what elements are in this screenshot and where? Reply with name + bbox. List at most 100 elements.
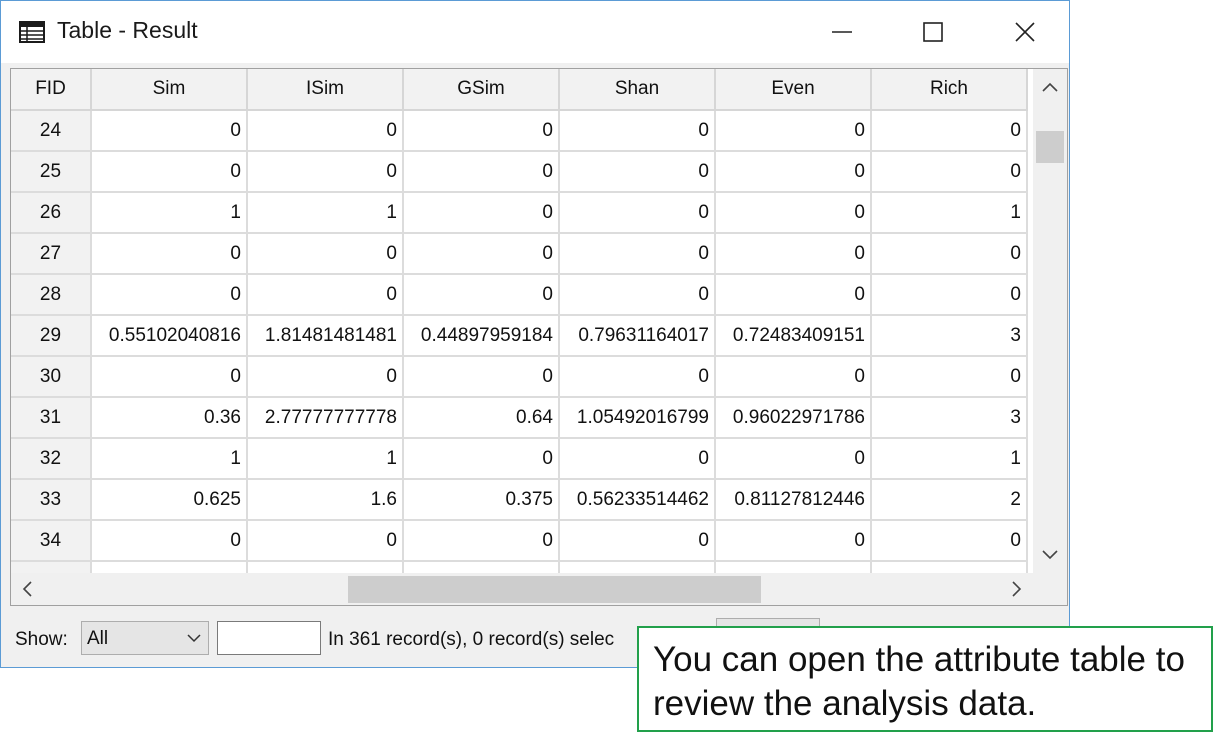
cell-shan[interactable]: 1.05492016799 bbox=[559, 397, 716, 439]
scroll-left-button[interactable] bbox=[13, 573, 41, 605]
cell-sim[interactable]: 1 bbox=[91, 192, 248, 234]
table-row[interactable]: 25 0 0 0 0 0 0 bbox=[11, 151, 1028, 193]
minimize-button[interactable] bbox=[796, 1, 888, 63]
cell-fid[interactable]: 29 bbox=[11, 315, 92, 357]
cell-even[interactable]: 0 bbox=[715, 233, 872, 275]
cell-fid[interactable]: 25 bbox=[11, 151, 92, 193]
horizontal-scroll-thumb[interactable] bbox=[348, 576, 761, 603]
table-row[interactable]: 33 0.625 1.6 0.375 0.56233514462 0.8112781244… bbox=[11, 479, 1028, 521]
cell-gsim[interactable]: 0 bbox=[403, 520, 560, 562]
cell-even[interactable]: 1 bbox=[715, 561, 872, 573]
cell-gsim[interactable]: 0 bbox=[403, 192, 560, 234]
cell-fid[interactable]: 31 bbox=[11, 397, 92, 439]
cell-even[interactable]: 0.72483409151 bbox=[715, 315, 872, 357]
cell-sim[interactable]: 1 bbox=[91, 438, 248, 480]
column-header-isim[interactable]: ISim bbox=[247, 69, 404, 111]
cell-gsim[interactable]: 0 bbox=[403, 233, 560, 275]
table-row[interactable]: 32 1 1 0 0 0 1 bbox=[11, 438, 1028, 480]
cell-sim[interactable]: 0.36 bbox=[91, 397, 248, 439]
cell-even[interactable]: 0.81127812446 bbox=[715, 479, 872, 521]
cell-sim[interactable]: 0 bbox=[91, 356, 248, 398]
cell-gsim[interactable]: 0 bbox=[403, 274, 560, 316]
cell-sim[interactable]: 0.55102040816 bbox=[91, 315, 248, 357]
cell-gsim[interactable]: 0.375 bbox=[403, 479, 560, 521]
table-row[interactable]: 26 1 1 0 0 0 1 bbox=[11, 192, 1028, 234]
cell-isim[interactable]: 0 bbox=[247, 520, 404, 562]
cell-even[interactable]: 0 bbox=[715, 151, 872, 193]
cell-shan[interactable]: 0.79631164017 bbox=[559, 315, 716, 357]
search-input[interactable] bbox=[217, 621, 321, 655]
cell-isim[interactable]: 0 bbox=[247, 110, 404, 152]
maximize-button[interactable] bbox=[887, 1, 979, 63]
cell-sim[interactable]: 0 bbox=[91, 233, 248, 275]
cell-gsim[interactable]: 0 bbox=[403, 151, 560, 193]
cell-rich[interactable]: 0 bbox=[871, 151, 1028, 193]
table-row[interactable]: 31 0.36 2.77777777778 0.64 1.05492016799 0.96… bbox=[11, 397, 1028, 439]
table-row[interactable]: 24 0 0 0 0 0 0 bbox=[11, 110, 1028, 152]
cell-gsim[interactable]: 0.44897959184 bbox=[403, 315, 560, 357]
scroll-up-button[interactable] bbox=[1033, 73, 1067, 101]
cell-shan[interactable]: 0.69314718056 bbox=[559, 561, 716, 573]
vertical-scrollbar[interactable] bbox=[1033, 69, 1067, 573]
cell-shan[interactable]: 0 bbox=[559, 438, 716, 480]
scroll-right-button[interactable] bbox=[1003, 573, 1031, 605]
cell-rich[interactable]: 0 bbox=[871, 520, 1028, 562]
cell-rich[interactable]: 3 bbox=[871, 397, 1028, 439]
cell-fid[interactable]: 30 bbox=[11, 356, 92, 398]
cell-fid[interactable]: 26 bbox=[11, 192, 92, 234]
cell-shan[interactable]: 0 bbox=[559, 520, 716, 562]
cell-rich[interactable]: 0 bbox=[871, 356, 1028, 398]
cell-sim[interactable]: 0 bbox=[91, 151, 248, 193]
cell-shan[interactable]: 0 bbox=[559, 274, 716, 316]
cell-isim[interactable]: 1 bbox=[247, 438, 404, 480]
cell-gsim[interactable]: 0 bbox=[403, 356, 560, 398]
cell-shan[interactable]: 0 bbox=[559, 151, 716, 193]
cell-rich[interactable]: 3 bbox=[871, 315, 1028, 357]
cell-even[interactable]: 0 bbox=[715, 356, 872, 398]
cell-even[interactable]: 0 bbox=[715, 110, 872, 152]
cell-even[interactable]: 0 bbox=[715, 438, 872, 480]
horizontal-scrollbar[interactable] bbox=[11, 573, 1033, 605]
column-header-fid[interactable]: FID bbox=[11, 69, 92, 111]
cell-fid[interactable]: 33 bbox=[11, 479, 92, 521]
cell-isim[interactable]: 1.6 bbox=[247, 479, 404, 521]
cell-shan[interactable]: 0.56233514462 bbox=[559, 479, 716, 521]
cell-isim[interactable]: 1.81481481481 bbox=[247, 315, 404, 357]
cell-isim[interactable]: 0 bbox=[247, 274, 404, 316]
cell-even[interactable]: 0.96022971786 bbox=[715, 397, 872, 439]
cell-sim[interactable]: 0.5 bbox=[91, 561, 248, 573]
cell-isim[interactable]: 2.77777777778 bbox=[247, 397, 404, 439]
column-header-shan[interactable]: Shan bbox=[559, 69, 716, 111]
show-filter-select[interactable]: All bbox=[81, 621, 209, 655]
cell-gsim[interactable]: 0 bbox=[403, 438, 560, 480]
cell-fid[interactable]: 34 bbox=[11, 520, 92, 562]
cell-sim[interactable]: 0.625 bbox=[91, 479, 248, 521]
cell-rich[interactable]: 1 bbox=[871, 438, 1028, 480]
close-button[interactable] bbox=[979, 1, 1071, 63]
table-row[interactable]: 30 0 0 0 0 0 0 bbox=[11, 356, 1028, 398]
cell-shan[interactable]: 0 bbox=[559, 233, 716, 275]
table-row-partial[interactable]: 350.520.50.6931471805612 bbox=[11, 561, 1028, 573]
cell-gsim[interactable]: 0.5 bbox=[403, 561, 560, 573]
cell-isim[interactable]: 0 bbox=[247, 233, 404, 275]
cell-fid[interactable]: 27 bbox=[11, 233, 92, 275]
cell-isim[interactable]: 1 bbox=[247, 192, 404, 234]
cell-shan[interactable]: 0 bbox=[559, 356, 716, 398]
cell-sim[interactable]: 0 bbox=[91, 110, 248, 152]
cell-fid[interactable]: 24 bbox=[11, 110, 92, 152]
cell-isim[interactable]: 0 bbox=[247, 356, 404, 398]
scroll-down-button[interactable] bbox=[1033, 541, 1067, 569]
table-row[interactable]: 29 0.55102040816 1.81481481481 0.4489795918… bbox=[11, 315, 1028, 357]
cell-gsim[interactable]: 0 bbox=[403, 110, 560, 152]
column-header-gsim[interactable]: GSim bbox=[403, 69, 560, 111]
cell-fid[interactable]: 28 bbox=[11, 274, 92, 316]
cell-isim[interactable]: 2 bbox=[247, 561, 404, 573]
cell-sim[interactable]: 0 bbox=[91, 520, 248, 562]
cell-rich[interactable]: 1 bbox=[871, 192, 1028, 234]
column-header-sim[interactable]: Sim bbox=[91, 69, 248, 111]
column-header-rich[interactable]: Rich bbox=[871, 69, 1028, 111]
cell-rich[interactable]: 0 bbox=[871, 233, 1028, 275]
vertical-scroll-thumb[interactable] bbox=[1036, 131, 1064, 163]
cell-shan[interactable]: 0 bbox=[559, 110, 716, 152]
cell-fid[interactable]: 35 bbox=[11, 561, 92, 573]
